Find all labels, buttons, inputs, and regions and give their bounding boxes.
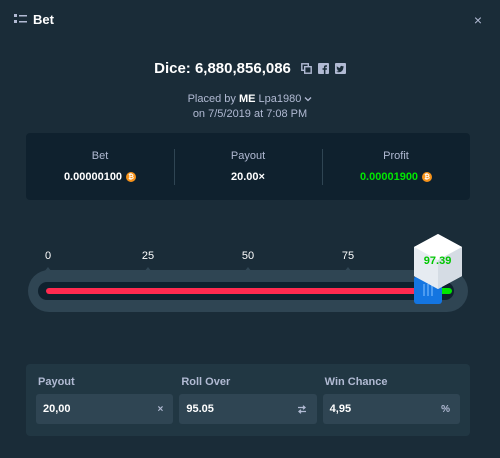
payout-control: Payout 20,00 × [36,376,174,436]
slider-tick-label: 0 [44,250,52,262]
stat-profit-value: 0.00001900 [359,171,419,183]
payout-input[interactable]: 20,00 × [36,394,174,424]
stat-bet-value-row: 0.00000100 ₿ [63,171,137,183]
bitcoin-icon: ₿ [126,172,137,182]
win-chance-control: Win Chance 4,95 % [322,376,460,436]
placed-prefix: Placed by [187,93,236,105]
chevron-down-icon[interactable] [304,96,312,102]
stat-payout-label: Payout [230,150,266,162]
stat-bet-value: 0.00000100 [63,171,123,183]
stat-payout: Payout 20.00× [174,133,322,200]
result-value: 97.39 [423,255,452,267]
swap-icon[interactable] [297,404,307,414]
result-cube: 97.39 [412,232,464,297]
stat-profit-value-row: 0.00001900 ₿ [359,171,433,183]
win-chance-input[interactable]: 4,95 % [322,394,460,424]
placed-info: Placed by ME Lpa1980 on 7/5/2019 at 7:08… [0,92,500,122]
payout-label: Payout [38,376,75,388]
facebook-icon[interactable] [317,63,329,74]
bet-stats-panel: Bet 0.00000100 ₿ Payout 20.00× Profit 0.… [26,133,470,200]
copy-icon[interactable] [300,63,312,74]
percent-icon: % [441,403,450,415]
modal-title: Bet [33,11,54,27]
win-chance-input-value: 4,95 [329,403,352,415]
stat-profit: Profit 0.00001900 ₿ [322,133,470,200]
bet-controls-panel: Payout 20,00 × Roll Over 95.05 Win Chanc… [26,364,470,436]
placed-username[interactable]: Lpa1980 [259,93,302,105]
roll-over-input[interactable]: 95.05 [179,394,317,424]
multiply-icon: × [157,403,164,415]
win-chance-label: Win Chance [324,376,388,388]
slider-lose-range [46,288,429,294]
payout-input-value: 20,00 [43,403,71,415]
stat-profit-label: Profit [383,150,409,162]
slider-tick-label: 25 [141,250,155,262]
game-title: Dice: 6,880,856,086 [154,60,291,77]
bet-list-icon [14,14,27,23]
roll-over-label: Roll Over [181,376,231,388]
game-title-row: Dice: 6,880,856,086 [0,60,500,77]
stat-payout-value-row: 20.00× [231,171,265,183]
close-icon[interactable]: × [474,12,482,28]
stat-bet-label: Bet [91,150,109,162]
bitcoin-icon: ₿ [422,172,433,182]
slider-tick-label: 75 [341,250,355,262]
roll-over-control: Roll Over 95.05 [179,376,317,436]
stat-bet: Bet 0.00000100 ₿ [26,133,174,200]
placed-date: on 7/5/2019 at 7:08 PM [192,108,308,120]
modal-header: Bet × [0,0,500,38]
twitter-icon[interactable] [334,63,346,74]
stat-payout-value: 20.00× [231,171,265,183]
roll-over-input-value: 95.05 [186,403,214,415]
placed-me-badge: ME [238,93,256,105]
slider-tick-label: 50 [241,250,255,262]
